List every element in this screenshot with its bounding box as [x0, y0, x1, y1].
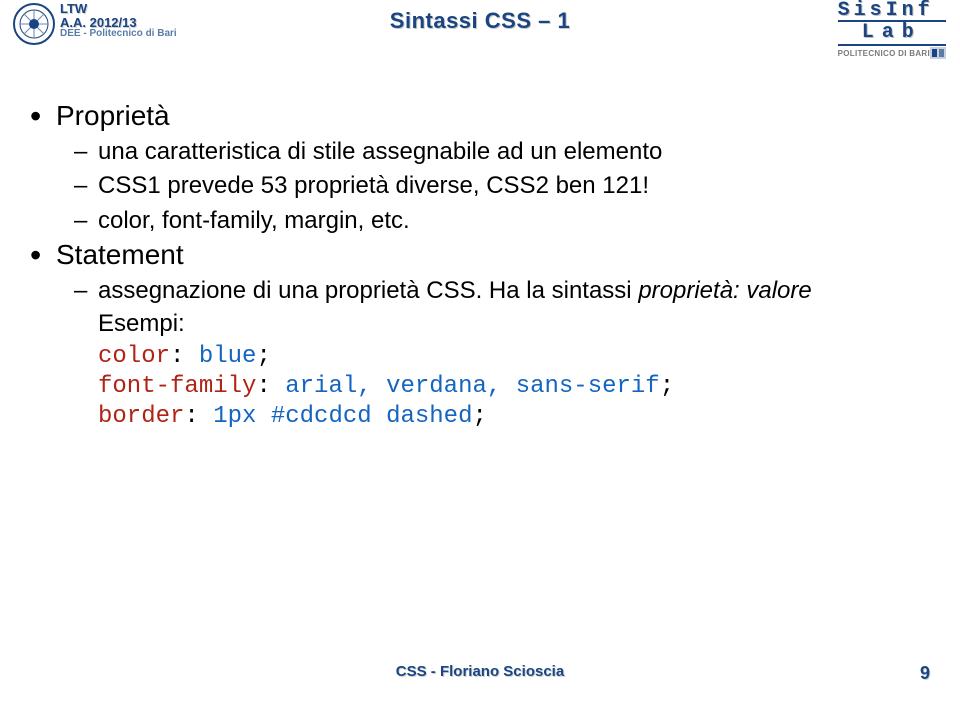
code-prop-font: font-family — [98, 373, 256, 400]
bullet-statement: Statement — [30, 239, 920, 271]
esempi-label: Esempi: — [98, 310, 185, 337]
syntax-italic: proprietà: valore — [638, 277, 811, 304]
code-colon: : — [184, 403, 213, 430]
code-val-font: arial, verdana, sans-serif — [285, 373, 659, 400]
slide-footer: CSS - Floriano Scioscia — [0, 663, 960, 680]
slide-content: Proprietà una caratteristica di stile as… — [30, 100, 920, 432]
politecnico-small: POLITECNICO DI BARI — [838, 49, 930, 58]
code-example: color: blue; font-family: arial, verdana… — [30, 342, 920, 432]
sisinf-label: SisInf — [838, 2, 946, 20]
code-colon: : — [256, 373, 285, 400]
slide-title: Sintassi CSS – 1 — [0, 8, 960, 34]
code-prop-color: color — [98, 343, 170, 370]
slide-header: LTW A.A. 2012/13 DEE - Politecnico di Ba… — [0, 0, 960, 52]
bullet-examples-props: color, font-family, margin, etc. — [30, 205, 920, 237]
bullet-assegnazione: assegnazione di una proprietà CSS. Ha la… — [30, 275, 920, 340]
code-semi: ; — [660, 373, 674, 400]
assegnazione-text: assegnazione di una proprietà CSS. Ha la… — [98, 277, 638, 304]
code-colon: : — [170, 343, 199, 370]
bullet-caratteristica: una caratteristica di stile assegnabile … — [30, 136, 920, 168]
bullet-proprieta: Proprietà — [30, 100, 920, 132]
code-val-blue: blue — [199, 343, 257, 370]
bullet-count: CSS1 prevede 53 proprietà diverse, CSS2 … — [30, 170, 920, 202]
lab-label: Lab — [838, 20, 946, 46]
code-semi: ; — [256, 343, 270, 370]
code-prop-border: border — [98, 403, 184, 430]
code-val-border: 1px #cdcdcd dashed — [213, 403, 472, 430]
dee-mini-logo-icon — [930, 46, 946, 58]
header-right: SisInf Lab POLITECNICO DI BARI — [838, 2, 946, 58]
page-number: 9 — [920, 663, 930, 684]
code-semi: ; — [472, 403, 486, 430]
